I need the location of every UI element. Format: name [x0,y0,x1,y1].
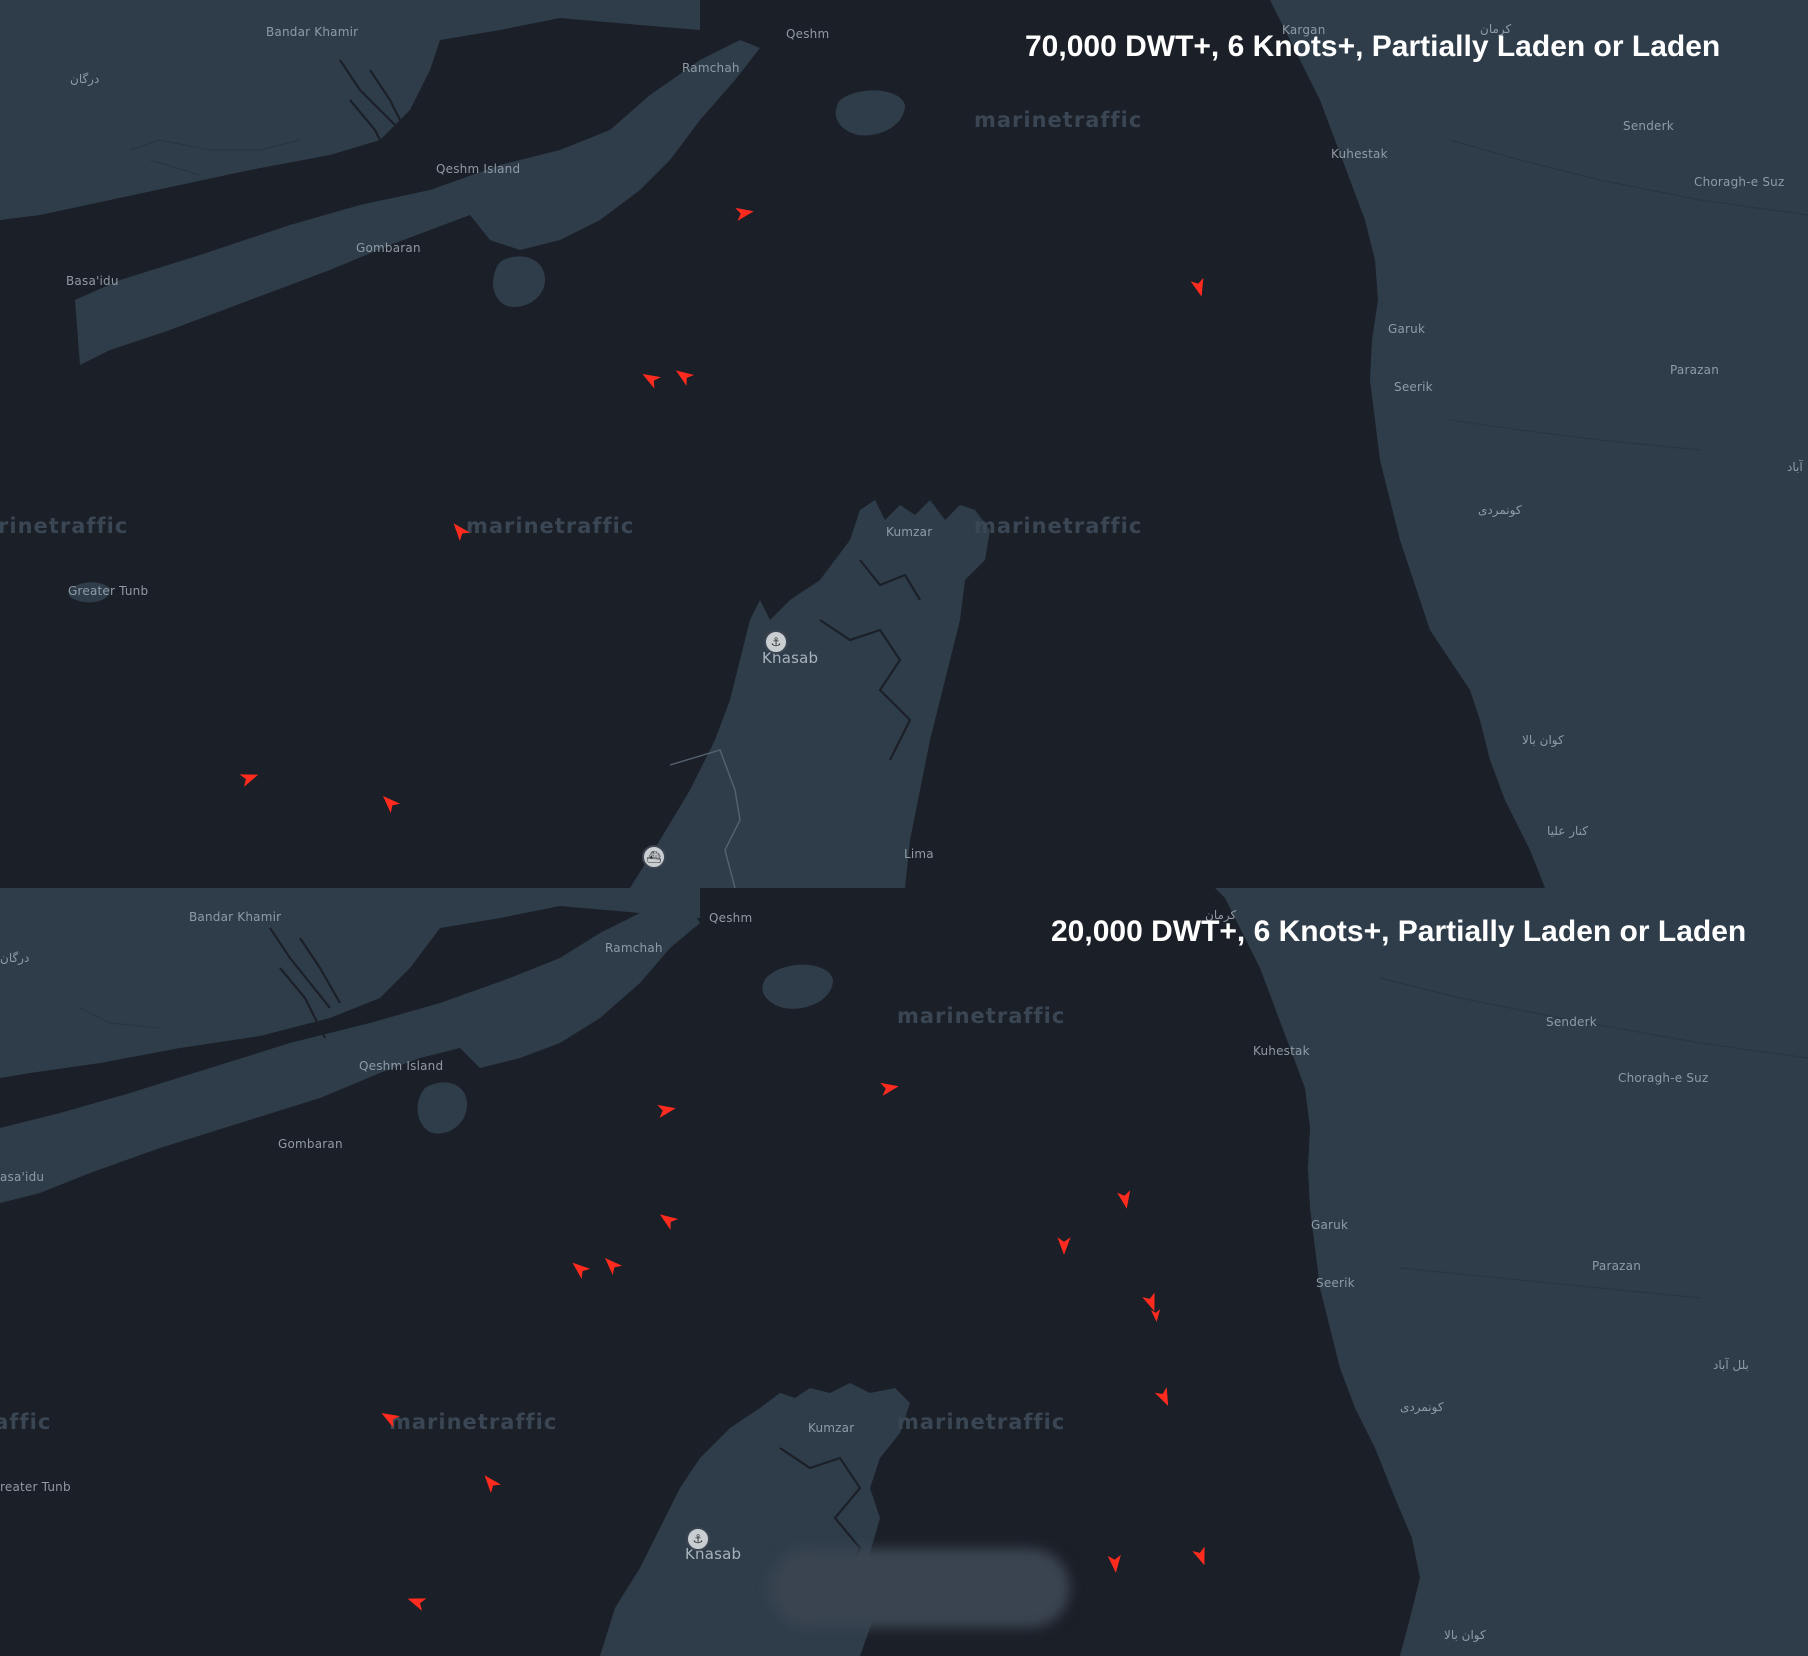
place-kumzar: Kumzar [886,525,933,539]
place-senderk: Senderk [1623,119,1674,133]
place-bandar-khamir: Bandar Khamir [266,25,359,39]
vessel-marker[interactable] [406,1591,428,1613]
watermark: marinetraffic [466,514,635,538]
place-qeshm-island: Qeshm Island [359,1059,444,1073]
vessel-marker[interactable] [569,1258,591,1280]
vessel-marker[interactable] [449,520,471,542]
vessel-marker[interactable] [878,1077,900,1099]
place-senderk: Senderk [1546,1015,1597,1029]
redacted-area [770,1548,1070,1628]
watermark: marinetraffic [0,514,129,538]
place-choragh-e-suz: Choragh-e Suz [1694,175,1785,189]
map-panel-70k[interactable]: Bandar Khamir درگان Qeshm Ramchah Qeshm … [0,0,1808,888]
place-qeshm: Qeshm [786,27,830,41]
place-bandar-khamir: Bandar Khamir [189,910,282,924]
place-greater-tunb: Greater Tunb [68,584,149,598]
watermark: marinetraffic [389,1410,558,1434]
vessel-marker[interactable] [1153,1386,1175,1408]
watermark: marinetraffic [974,514,1143,538]
place-ramchah: Ramchah [605,941,663,955]
vessel-marker[interactable] [601,1254,623,1276]
place-basaidu: asa'idu [0,1170,45,1184]
place-kavan-bala: کوان بالا [1522,733,1564,747]
vessel-marker[interactable] [640,368,662,390]
panel-title: 20,000 DWT+, 6 Knots+, Partially Laden o… [1051,915,1747,948]
place-dargan: درگان [70,72,100,86]
map-panel-20k[interactable]: Bandar Khamir درگان Qeshm Ramchah Qeshm … [0,888,1808,1656]
place-konmardi: کونمردی [1400,1400,1444,1414]
place-garuk: Garuk [1311,1218,1349,1232]
watermark: marinetraffic [0,1410,52,1434]
place-balal-abad: بلل آباد [1713,1358,1749,1372]
place-garuk: Garuk [1388,322,1426,336]
vessel-marker[interactable] [1053,1234,1075,1256]
vessel-marker[interactable] [1104,1552,1126,1574]
watermark: marinetraffic [897,1004,1066,1028]
vessel-marker[interactable] [1145,1304,1167,1326]
harbor-icon[interactable]: ⚓ [764,630,788,654]
place-kuhestak: Kuhestak [1331,147,1388,161]
place-kuhestak: Kuhestak [1253,1044,1310,1058]
vessel-marker[interactable] [1114,1188,1136,1210]
vessel-marker[interactable] [655,1099,677,1121]
place-ramchah: Ramchah [682,61,740,75]
place-kavan-bala: کوان بالا [1444,1628,1486,1642]
vessel-marker[interactable] [733,202,755,224]
panel-title: 70,000 DWT+, 6 Knots+, Partially Laden o… [1025,30,1721,63]
place-parazan: Parazan [1592,1259,1641,1273]
vessel-marker[interactable] [379,792,401,814]
place-abad: آباد [1787,460,1803,474]
place-gombaran: Gombaran [278,1137,343,1151]
place-parazan: Parazan [1670,363,1719,377]
vessel-marker[interactable] [657,1209,679,1231]
place-seerik: Seerik [1316,1276,1355,1290]
watermark: marinetraffic [974,108,1143,132]
vessel-marker[interactable] [379,1407,401,1429]
vessel-marker[interactable] [1188,276,1210,298]
place-konmardi: کونمردی [1478,503,1522,517]
place-gombaran: Gombaran [356,241,421,255]
vessel-marker[interactable] [238,767,260,789]
vessel-marker[interactable] [480,1472,502,1494]
place-dargan: درگان [0,951,30,965]
vessel-marker[interactable] [1190,1545,1212,1567]
place-basaidu: Basa'idu [66,274,119,288]
place-greater-tunb: reater Tunb [0,1480,71,1494]
place-qeshm-island: Qeshm Island [436,162,521,176]
place-kenar-olya: کنار علیا [1547,824,1589,838]
place-lima: Lima [904,847,934,861]
ferry-icon[interactable]: ⛴ [642,845,666,869]
map-canvas[interactable] [0,0,1808,888]
harbor-icon[interactable]: ⚓ [686,1527,710,1551]
watermark: marinetraffic [897,1410,1066,1434]
place-kumzar: Kumzar [808,1421,855,1435]
place-qeshm: Qeshm [709,911,753,925]
place-seerik: Seerik [1394,380,1433,394]
vessel-marker[interactable] [673,365,695,387]
place-choragh-e-suz: Choragh-e Suz [1618,1071,1709,1085]
